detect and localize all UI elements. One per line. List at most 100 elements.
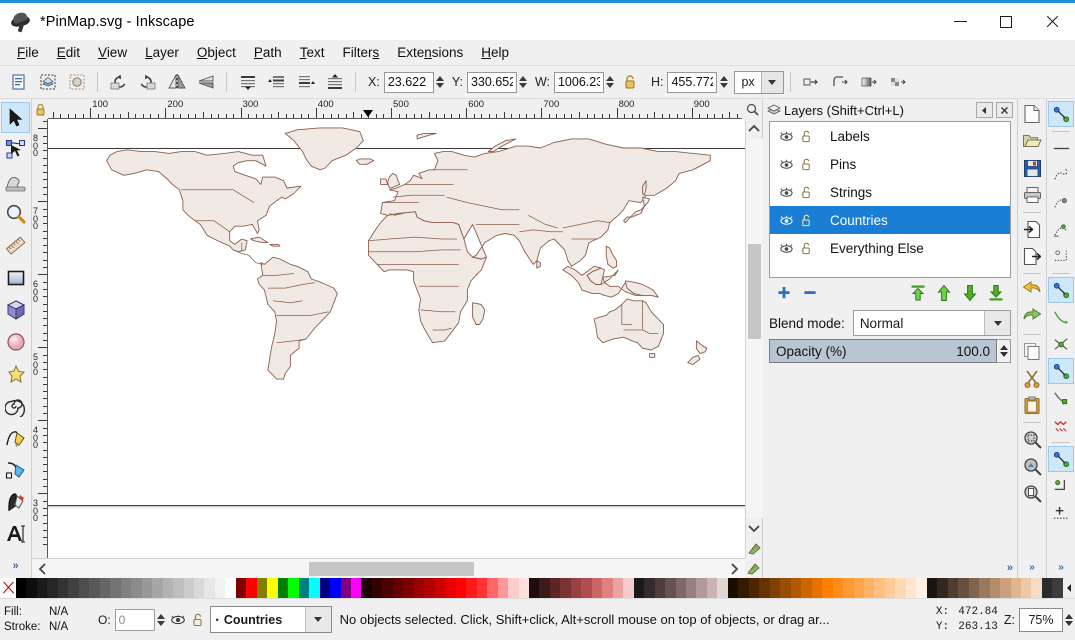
palette-swatch[interactable] bbox=[832, 578, 844, 598]
menu-path[interactable]: Path bbox=[245, 42, 291, 63]
palette-swatch[interactable] bbox=[633, 578, 645, 598]
menu-view[interactable]: View bbox=[89, 42, 136, 63]
menu-layer[interactable]: Layer bbox=[136, 42, 188, 63]
palette-swatch[interactable] bbox=[581, 578, 592, 598]
flip-horizontal-icon[interactable] bbox=[163, 69, 190, 95]
eye-icon[interactable] bbox=[167, 614, 189, 626]
dock-grip[interactable]: » bbox=[763, 364, 1017, 578]
layers-list[interactable]: Labels Pins Strings Countries Everything Els… bbox=[769, 121, 1011, 278]
palette-swatch[interactable] bbox=[1010, 578, 1021, 598]
save-document-icon[interactable] bbox=[1019, 155, 1045, 181]
snap-bbox-edge-icon[interactable] bbox=[1048, 162, 1074, 188]
paste-icon[interactable] bbox=[1019, 392, 1045, 418]
palette-swatch[interactable] bbox=[497, 578, 509, 598]
h-scroll-thumb[interactable] bbox=[309, 561, 474, 576]
map-landmass[interactable] bbox=[269, 243, 281, 247]
palette-swatch[interactable] bbox=[905, 578, 917, 598]
snap-cusp-icon[interactable] bbox=[1048, 358, 1074, 384]
palette-swatch[interactable] bbox=[717, 578, 728, 598]
color-manage-icon[interactable] bbox=[747, 538, 761, 558]
chevron-down-icon[interactable] bbox=[984, 311, 1010, 335]
menu-object[interactable]: Object bbox=[188, 42, 245, 63]
palette-swatch[interactable] bbox=[110, 578, 121, 598]
palette-swatch[interactable] bbox=[413, 578, 425, 598]
opacity-input-spinner[interactable] bbox=[156, 609, 167, 630]
palette-swatch[interactable] bbox=[853, 578, 864, 598]
palette-swatch[interactable] bbox=[591, 578, 603, 598]
layer-row[interactable]: Labels bbox=[770, 122, 1010, 150]
blend-mode-select[interactable]: Normal bbox=[852, 310, 1011, 336]
eye-icon[interactable] bbox=[776, 187, 796, 198]
palette-swatch[interactable] bbox=[277, 578, 289, 598]
palette-swatch[interactable] bbox=[1031, 578, 1042, 598]
minimize-button[interactable] bbox=[937, 3, 983, 40]
palette-swatch[interactable] bbox=[937, 578, 948, 598]
add-layer-icon[interactable] bbox=[771, 281, 797, 305]
cut-icon[interactable] bbox=[1019, 365, 1045, 391]
snap-master-icon[interactable] bbox=[1048, 101, 1074, 127]
undo-icon[interactable] bbox=[1019, 277, 1045, 303]
spiral-tool[interactable] bbox=[1, 390, 30, 421]
menu-help[interactable]: Help bbox=[472, 42, 518, 63]
eye-icon[interactable] bbox=[776, 159, 796, 170]
y-input[interactable] bbox=[466, 71, 517, 93]
h-input[interactable] bbox=[667, 71, 718, 93]
palette-swatch[interactable] bbox=[968, 578, 980, 598]
menu-file[interactable]: File bbox=[8, 42, 48, 63]
palette-swatch[interactable] bbox=[361, 578, 372, 598]
palette-swatch[interactable] bbox=[884, 578, 896, 598]
eye-icon[interactable] bbox=[776, 215, 796, 226]
deselect-icon[interactable] bbox=[63, 69, 90, 95]
snap-bar-overflow[interactable]: » bbox=[1058, 562, 1064, 578]
palette-swatch[interactable] bbox=[131, 578, 142, 598]
palette-swatch[interactable] bbox=[1000, 578, 1011, 598]
export-icon[interactable] bbox=[1019, 243, 1045, 269]
scroll-right-icon[interactable] bbox=[723, 562, 745, 575]
fill-stroke-indicator[interactable]: Fill: N/A Stroke: N/A bbox=[0, 605, 92, 635]
lower-to-bottom-icon[interactable] bbox=[321, 69, 348, 95]
palette-swatch[interactable] bbox=[288, 578, 299, 598]
box3d-tool[interactable] bbox=[1, 294, 30, 325]
palette-swatch[interactable] bbox=[57, 578, 69, 598]
layer-row[interactable]: Strings bbox=[770, 178, 1010, 206]
palette-swatch[interactable] bbox=[686, 578, 697, 598]
zoom-page-icon[interactable] bbox=[1019, 480, 1045, 506]
v-scroll-track[interactable] bbox=[745, 139, 763, 518]
close-button[interactable] bbox=[1029, 3, 1075, 40]
w-input[interactable] bbox=[553, 71, 604, 93]
affect-transform-icon[interactable] bbox=[798, 69, 825, 95]
rectangle-tool[interactable] bbox=[1, 262, 30, 293]
unlock-icon[interactable] bbox=[796, 130, 816, 143]
lower-icon[interactable] bbox=[292, 69, 319, 95]
palette-swatch[interactable] bbox=[822, 578, 833, 598]
v-scrollbar[interactable] bbox=[745, 119, 763, 558]
palette-swatch[interactable] bbox=[204, 578, 215, 598]
palette-swatch[interactable] bbox=[801, 578, 812, 598]
map-landmass[interactable] bbox=[536, 260, 541, 269]
palette-swatch[interactable] bbox=[528, 578, 540, 598]
palette-swatch[interactable] bbox=[89, 578, 100, 598]
palette-swatch[interactable] bbox=[874, 578, 885, 598]
palette-swatch[interactable] bbox=[916, 578, 927, 598]
map-landmass[interactable] bbox=[416, 132, 437, 140]
palette-swatch[interactable] bbox=[738, 578, 749, 598]
star-tool[interactable] bbox=[1, 358, 30, 389]
snap-object-center-icon[interactable] bbox=[1048, 473, 1074, 499]
zoom-selection-icon[interactable] bbox=[1019, 426, 1045, 452]
map-landmass[interactable] bbox=[605, 245, 618, 269]
lock-wh-ratio-icon[interactable] bbox=[617, 69, 644, 95]
map-landmass[interactable] bbox=[284, 127, 364, 171]
map-landmass[interactable] bbox=[387, 172, 401, 189]
raise-layer-to-top-icon[interactable] bbox=[905, 281, 931, 305]
palette-swatch[interactable] bbox=[675, 578, 686, 598]
palette-swatch[interactable] bbox=[183, 578, 194, 598]
palette-swatch[interactable] bbox=[351, 578, 362, 598]
palette-swatch[interactable] bbox=[665, 578, 676, 598]
map-landmass[interactable] bbox=[649, 353, 656, 358]
menu-filters[interactable]: Filters bbox=[333, 42, 388, 63]
opacity-input[interactable] bbox=[114, 608, 155, 631]
x-field[interactable] bbox=[383, 71, 446, 93]
map-landmass[interactable] bbox=[355, 158, 375, 165]
palette-swatch[interactable] bbox=[36, 578, 48, 598]
h-scroll-track[interactable] bbox=[54, 559, 723, 579]
